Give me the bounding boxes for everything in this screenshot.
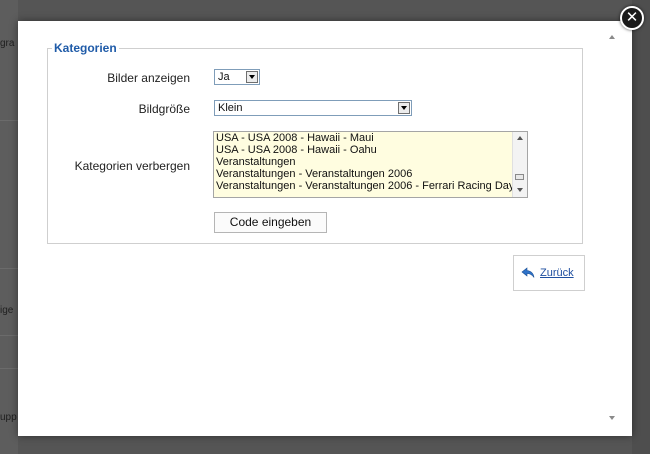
back-button[interactable]: Zurück xyxy=(513,255,585,291)
image-size-select[interactable]: Klein xyxy=(214,100,412,116)
image-size-value: Klein xyxy=(218,102,243,114)
scroll-down-icon[interactable] xyxy=(517,188,523,192)
background-divider xyxy=(0,268,18,269)
background-text-fragment: ige xyxy=(0,305,14,316)
modal-dialog: Kategorien Bilder anzeigen Ja Bildgröße … xyxy=(18,21,632,436)
background-left-strip xyxy=(0,0,18,454)
scrollbar-thumb[interactable] xyxy=(515,174,524,180)
hide-categories-listbox[interactable]: USA - USA 2008 - Hawaii - Maui USA - USA… xyxy=(213,131,528,198)
background-divider xyxy=(0,120,18,121)
show-images-select[interactable]: Ja xyxy=(214,69,260,85)
list-item[interactable]: Veranstaltungen - Veranstaltungen 2006 -… xyxy=(214,180,527,192)
show-images-label: Bilder anzeigen xyxy=(107,71,190,85)
back-link[interactable]: Zurück xyxy=(540,267,574,279)
background-text-fragment: upp xyxy=(0,412,17,423)
list-item[interactable]: USA - USA 2008 - Hawaii - Oahu xyxy=(214,144,527,156)
chevron-down-icon[interactable] xyxy=(398,102,410,114)
list-item[interactable]: Veranstaltungen xyxy=(214,156,527,168)
fieldset-legend: Kategorien xyxy=(52,41,119,55)
modal-scrollbar[interactable] xyxy=(605,21,621,436)
back-arrow-icon xyxy=(521,267,535,278)
enter-code-button[interactable]: Code eingeben xyxy=(214,212,327,233)
hide-categories-label: Kategorien verbergen xyxy=(74,159,190,173)
background-divider xyxy=(0,335,18,336)
close-button[interactable]: ✕ xyxy=(620,6,644,30)
image-size-label: Bildgröße xyxy=(138,102,190,116)
scroll-up-icon[interactable] xyxy=(517,136,523,140)
scroll-down-icon[interactable] xyxy=(609,416,615,420)
list-item[interactable]: Veranstaltungen - Veranstaltungen 2006 xyxy=(214,168,527,180)
listbox-scrollbar[interactable] xyxy=(512,132,527,197)
chevron-down-icon[interactable] xyxy=(246,71,258,83)
list-item[interactable]: USA - USA 2008 - Hawaii - Maui xyxy=(214,132,527,144)
close-icon: ✕ xyxy=(625,9,639,26)
background-text-fragment: gra xyxy=(0,38,15,49)
background-right-strip xyxy=(632,0,650,454)
background-divider xyxy=(0,368,18,369)
show-images-value: Ja xyxy=(218,71,230,83)
scroll-up-icon[interactable] xyxy=(609,35,615,39)
